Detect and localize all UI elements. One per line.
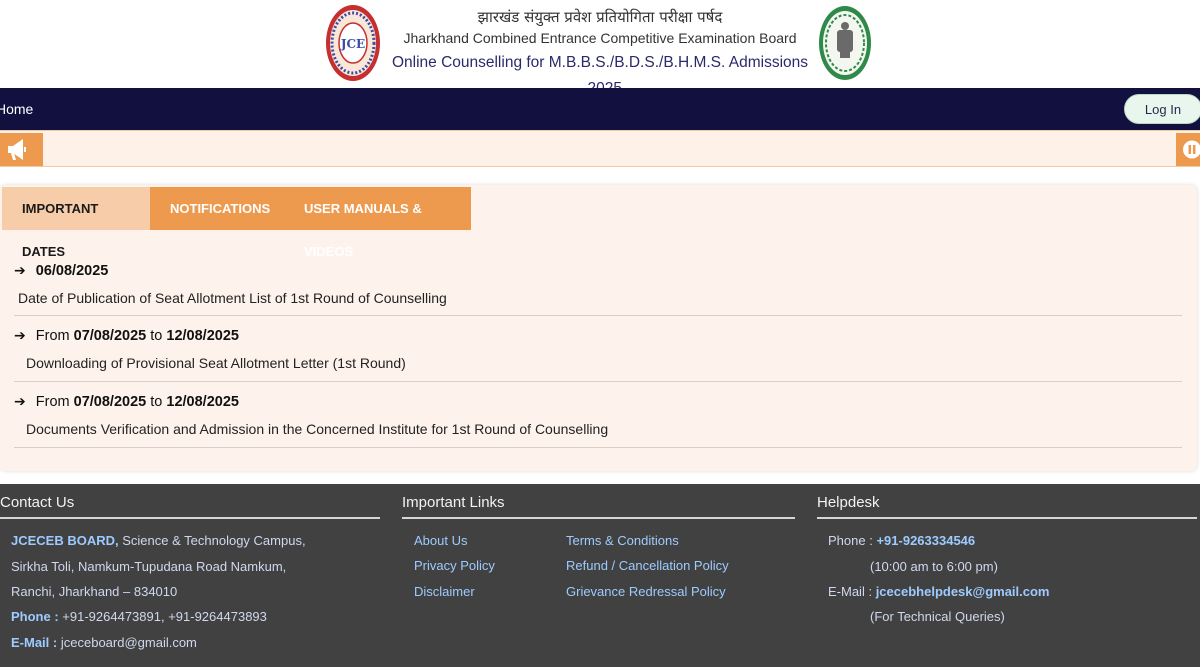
arrow-right-icon: ➔ (14, 262, 26, 278)
nav-home-link[interactable]: Home (0, 88, 33, 130)
links-heading: Important Links (402, 494, 505, 511)
address-line-2: Sirkha Toli, Namkum-Tupudana Road Namkum… (11, 559, 287, 574)
date-end: 12/08/2025 (166, 394, 239, 410)
arrow-right-icon: ➔ (14, 327, 26, 343)
tab-notifications[interactable]: Notifications (150, 187, 284, 230)
date-start: 06/08/2025 (35, 263, 109, 279)
info-panel: Important Dates Notifications User Manua… (0, 185, 1197, 471)
date-start: 07/08/2025 (73, 328, 147, 344)
ticker-pause-button[interactable] (1176, 133, 1200, 166)
site-header: JCE झारखंड संयुक्त प्रवेश प्रतियोगिता पर… (0, 0, 1200, 97)
date-description: Documents Verification and Admission in … (26, 421, 609, 437)
helpdesk-email-label: E-Mail : (828, 584, 873, 599)
helpdesk-phone-label: Phone : (828, 533, 873, 548)
board-title: Jharkhand Combined Entrance Competitive … (403, 30, 797, 46)
email-label: E-Mail : (11, 635, 58, 650)
jharkhand-emblem-logo (819, 6, 871, 80)
org-name: JCECEB BOARD, (11, 533, 119, 548)
link-disclaimer[interactable]: Disclaimer (414, 584, 475, 599)
contact-address-line: JCECEB BOARD, Science & Technology Campu… (11, 532, 306, 550)
helpdesk-email: E-Mail : jcecebhelpdesk@gmail.com (828, 583, 1050, 601)
divider (817, 517, 1197, 519)
site-footer: Contact Us JCECEB BOARD, Science & Techn… (0, 484, 1200, 667)
contact-email: E-Mail : jceceboard@gmail.com (11, 634, 197, 652)
helpdesk-phone-value[interactable]: +91-9263334546 (876, 533, 975, 548)
contact-heading: Contact Us (0, 494, 75, 511)
date-description: Downloading of Provisional Seat Allotmen… (26, 355, 406, 371)
helpdesk-phone: Phone : +91-9263334546 (828, 532, 975, 550)
jceceb-logo: JCE (326, 5, 380, 81)
important-dates-list: ➔ 06/08/2025 Date of Publication of Seat… (14, 257, 1182, 448)
logo-text: JCE (340, 37, 365, 51)
date-start: 07/08/2025 (73, 394, 147, 410)
hindi-title: झारखंड संयुक्त प्रवेश प्रतियोगिता परीक्ष… (477, 8, 723, 26)
date-description: Date of Publication of Seat Allotment Li… (18, 290, 447, 306)
info-tabs: Important Dates Notifications User Manua… (2, 187, 471, 259)
link-terms-conditions[interactable]: Terms & Conditions (566, 533, 679, 548)
megaphone-icon (8, 139, 26, 160)
announcement-badge (0, 133, 43, 166)
tab-important-dates[interactable]: Important Dates (2, 187, 150, 259)
phone-value: +91-9264473891, +91-9264473893 (62, 609, 267, 624)
list-item: ➔ 06/08/2025 Date of Publication of Seat… (14, 257, 1182, 316)
email-value: jceceboard@gmail.com (60, 635, 197, 650)
link-refund-cancellation[interactable]: Refund / Cancellation Policy (566, 558, 729, 573)
date-mid: to (150, 328, 163, 344)
login-button[interactable]: Log In (1124, 94, 1200, 124)
address-line-1: Science & Technology Campus, (122, 533, 306, 548)
date-mid: to (150, 394, 163, 410)
list-item: ➔ From 07/08/2025 to 12/08/2025 Download… (14, 316, 1182, 382)
announcement-ticker (0, 130, 1200, 167)
helpdesk-note: (For Technical Queries) (870, 609, 1005, 624)
divider (0, 517, 380, 519)
link-privacy-policy[interactable]: Privacy Policy (414, 558, 495, 573)
tab-user-manuals-videos[interactable]: User Manuals & Videos (284, 187, 471, 259)
divider (402, 517, 795, 519)
list-item: ➔ From 07/08/2025 to 12/08/2025 Document… (14, 382, 1182, 448)
helpdesk-email-value[interactable]: jcecebhelpdesk@gmail.com (876, 584, 1050, 599)
arrow-right-icon: ➔ (14, 393, 26, 409)
phone-label: Phone : (11, 609, 59, 624)
helpdesk-heading: Helpdesk (817, 494, 880, 511)
helpdesk-hours: (10:00 am to 6:00 pm) (870, 559, 998, 574)
link-grievance-redressal[interactable]: Grievance Redressal Policy (566, 584, 726, 599)
date-end: 12/08/2025 (166, 328, 239, 344)
address-line-3: Ranchi, Jharkhand – 834010 (11, 584, 178, 599)
date-prefix: From (35, 328, 70, 344)
pause-icon (1183, 140, 1200, 159)
link-about-us[interactable]: About Us (414, 533, 467, 548)
date-prefix: From (35, 394, 70, 410)
main-navbar: Home Log In (0, 88, 1200, 130)
contact-phone: Phone : +91-9264473891, +91-9264473893 (11, 608, 267, 626)
